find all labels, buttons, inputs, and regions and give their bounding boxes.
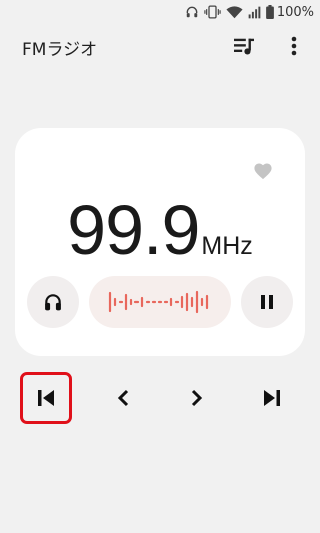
audio-output-button[interactable] (27, 276, 79, 328)
skip-next-icon (264, 390, 280, 406)
heart-icon[interactable] (253, 162, 273, 180)
frequency-unit: MHz (201, 232, 253, 260)
frequency-value: 99.9 (67, 191, 200, 269)
status-icons: 100% (185, 4, 314, 20)
chevron-right-icon (191, 389, 203, 407)
more-vert-icon (291, 36, 297, 56)
player-controls (27, 276, 293, 328)
status-bar: 100% (0, 0, 320, 24)
vibrate-icon (204, 5, 221, 19)
frequency-display: 99.9MHz (15, 190, 305, 270)
waveform-icon (108, 290, 209, 314)
pause-button[interactable] (241, 276, 293, 328)
headphone-icon (45, 294, 61, 311)
app-actions (232, 34, 306, 58)
headphone-icon (186, 6, 198, 18)
more-options-button[interactable] (282, 34, 306, 58)
battery-icon (265, 5, 274, 19)
skip-previous-icon (38, 390, 54, 406)
station-list-icon (234, 38, 254, 55)
station-list-button[interactable] (232, 34, 256, 58)
tune-down-button[interactable] (97, 372, 149, 424)
skip-previous-button[interactable] (20, 372, 72, 424)
wifi-icon (226, 6, 243, 19)
waveform-indicator (89, 276, 231, 328)
battery-percentage: 100% (276, 4, 314, 20)
pause-icon (261, 295, 273, 309)
tuning-controls (0, 372, 320, 424)
app-title: FMラジオ (22, 40, 98, 60)
tune-up-button[interactable] (171, 372, 223, 424)
chevron-left-icon (117, 389, 129, 407)
signal-icon (248, 6, 261, 18)
radio-player-card: 99.9MHz (15, 128, 305, 356)
skip-next-button[interactable] (246, 372, 298, 424)
app-bar: FMラジオ (0, 28, 320, 64)
